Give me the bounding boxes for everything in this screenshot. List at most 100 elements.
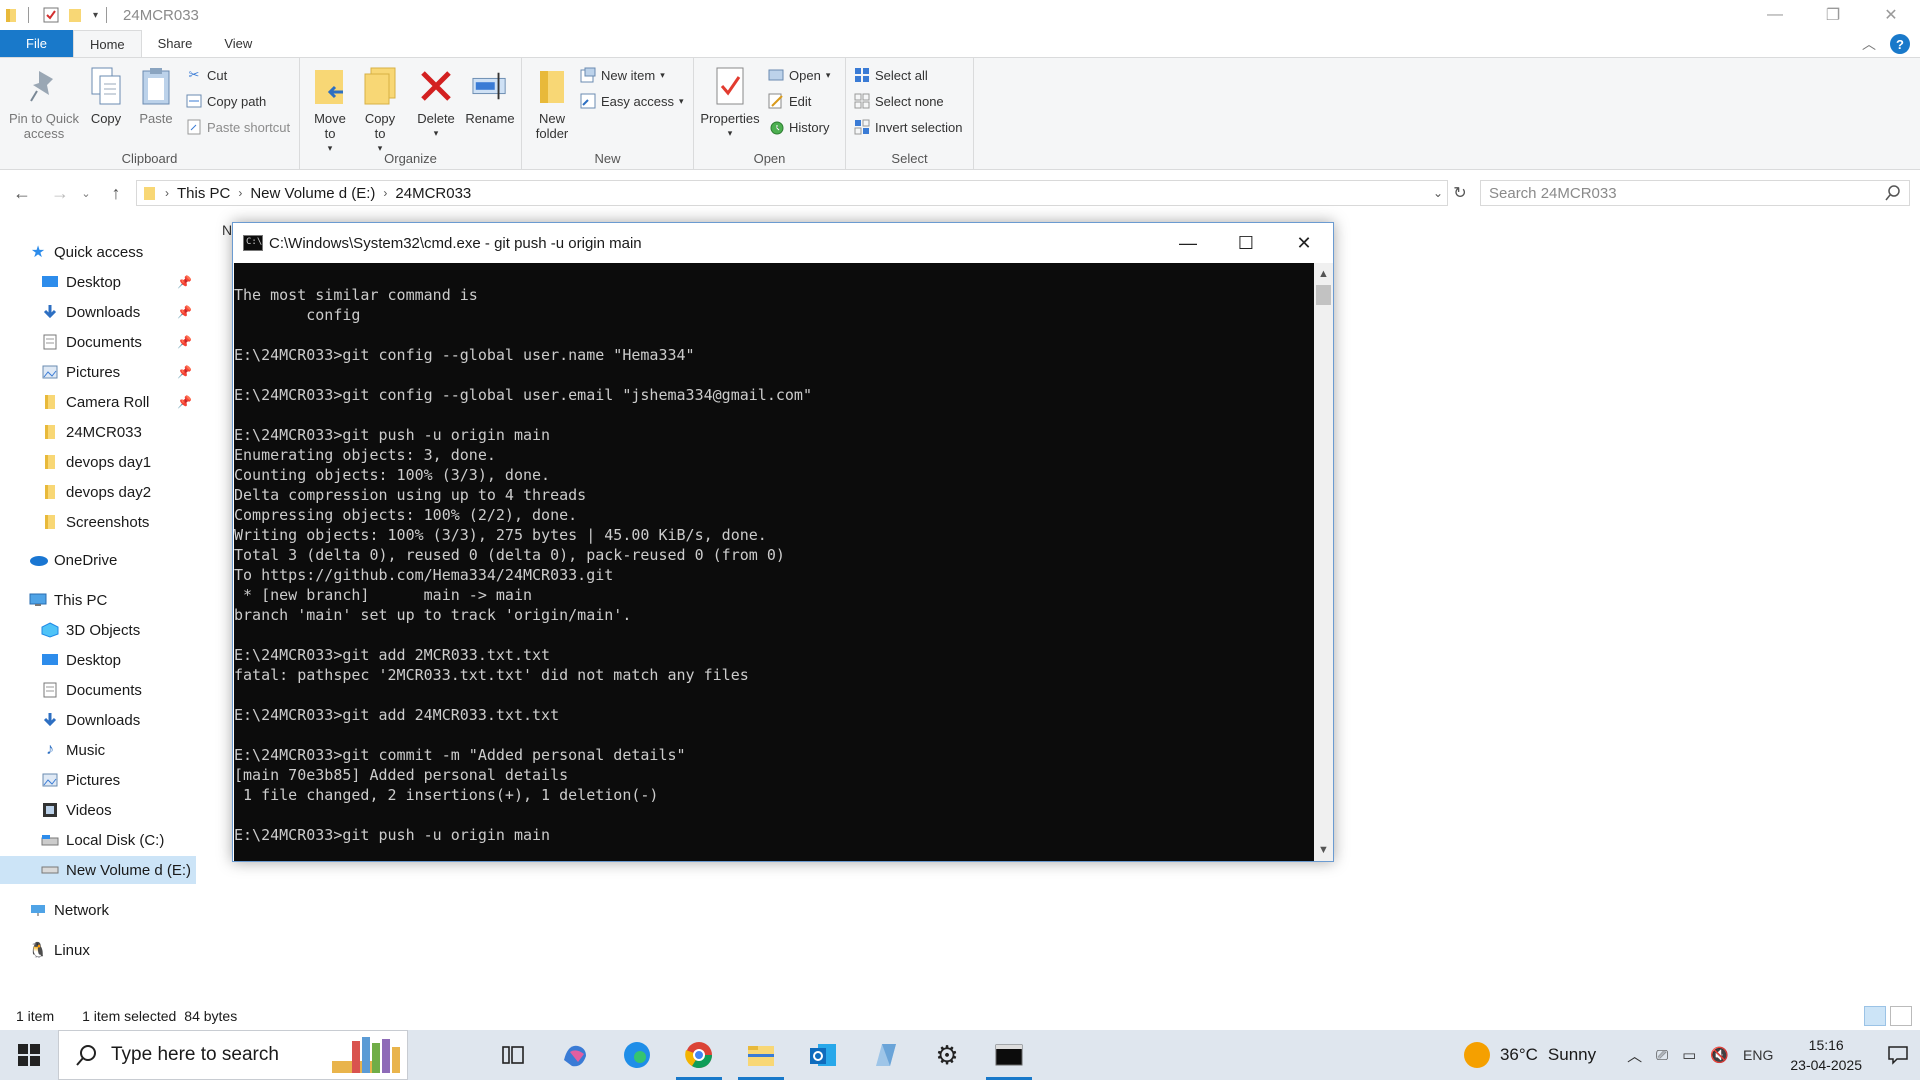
nav-pc-item[interactable]: Videos <box>0 796 196 824</box>
back-button[interactable]: ← <box>10 181 34 205</box>
nav-pc-item[interactable]: Desktop <box>0 646 196 674</box>
search-input[interactable]: Search 24MCR033 <box>1489 185 1617 202</box>
address-bar[interactable]: › This PC › New Volume d (E:) › 24MCR033… <box>136 180 1448 206</box>
show-hidden-icons-chevron-icon[interactable]: ︿ <box>1627 1045 1642 1066</box>
breadcrumb-24mcr033[interactable]: 24MCR033 <box>395 185 471 202</box>
taskbar-copilot[interactable] <box>544 1030 606 1080</box>
new-folder-quick-icon[interactable] <box>69 7 83 23</box>
nav-pc-item[interactable]: 3D Objects <box>0 616 196 644</box>
easy-access-button[interactable]: Easy access ▾ <box>580 93 684 109</box>
rename-button[interactable]: Rename <box>464 64 516 126</box>
clock[interactable]: 15:16 23-04-2025 <box>1790 1035 1862 1075</box>
tab-home[interactable]: Home <box>72 30 142 57</box>
customize-quick-access-icon[interactable]: ▾ <box>93 10 98 21</box>
volume-muted-icon[interactable]: 🔇 <box>1710 1046 1729 1064</box>
meet-now-icon[interactable]: ⎚ <box>1656 1047 1668 1064</box>
cut-button[interactable]: ✂ Cut <box>186 67 228 83</box>
history-button[interactable]: History <box>768 119 829 135</box>
taskbar-app[interactable] <box>854 1030 916 1080</box>
taskbar-chrome[interactable] <box>668 1030 730 1080</box>
start-button[interactable] <box>0 1030 58 1080</box>
taskbar-cmd[interactable] <box>978 1030 1040 1080</box>
select-all-button[interactable]: Select all <box>854 67 928 83</box>
nav-quick-item[interactable]: 24MCR033 <box>40 418 196 446</box>
taskbar-file-explorer[interactable] <box>730 1030 792 1080</box>
invert-selection-button[interactable]: Invert selection <box>854 119 962 135</box>
cmd-titlebar[interactable]: C:\ C:\Windows\System32\cmd.exe - git pu… <box>233 223 1333 263</box>
cmd-minimize-button[interactable]: — <box>1159 223 1217 263</box>
scroll-down-arrow-icon[interactable]: ▼ <box>1314 841 1333 859</box>
cmd-scrollbar[interactable]: ▲ ▼ <box>1314 263 1333 861</box>
tab-view[interactable]: View <box>208 30 268 57</box>
copy-button[interactable]: Copy <box>84 64 128 126</box>
taskbar-settings[interactable]: ⚙ <box>916 1030 978 1080</box>
paste-shortcut-button[interactable]: Paste shortcut <box>186 119 290 135</box>
open-button[interactable]: Open ▾ <box>768 67 830 83</box>
pin-to-quick-access-button[interactable]: Pin to Quick access <box>6 64 82 141</box>
nav-quick-item[interactable]: devops day2 <box>40 478 196 506</box>
nav-pc-item[interactable]: Pictures <box>0 766 196 794</box>
up-button[interactable]: ↑ <box>104 181 128 205</box>
nav-onedrive[interactable]: OneDrive <box>28 546 224 574</box>
tab-share[interactable]: Share <box>142 30 209 57</box>
nav-quick-access[interactable]: ★ Quick access <box>28 238 224 266</box>
collapse-ribbon-icon[interactable]: ︿ <box>1862 34 1876 54</box>
notification-center-button[interactable] <box>1876 1045 1920 1065</box>
console-output[interactable]: The most similar command is config E:\24M… <box>234 263 1314 861</box>
task-view-button[interactable] <box>482 1030 544 1080</box>
pictures-icon <box>40 771 60 789</box>
nav-linux[interactable]: 🐧 Linux <box>28 936 224 964</box>
close-button[interactable]: ✕ <box>1862 0 1920 30</box>
copy-to-button[interactable]: Copy to ▾ <box>358 64 402 156</box>
large-icons-view-button[interactable] <box>1890 1006 1912 1026</box>
nav-pc-item[interactable]: Local Disk (C:) <box>0 826 196 854</box>
new-folder-button[interactable]: New folder <box>528 64 576 141</box>
taskbar-edge[interactable] <box>606 1030 668 1080</box>
edit-button[interactable]: Edit <box>768 93 811 109</box>
tab-file[interactable]: File <box>0 30 73 57</box>
scroll-up-arrow-icon[interactable]: ▲ <box>1314 265 1333 283</box>
forward-button[interactable]: → <box>48 181 72 205</box>
weather-widget[interactable]: 36°C Sunny <box>1463 1042 1596 1068</box>
cmd-close-button[interactable]: ✕ <box>1275 223 1333 263</box>
nav-quick-item[interactable]: Camera Roll 📌 <box>40 388 196 416</box>
nav-quick-item[interactable]: Screenshots <box>40 508 196 536</box>
search-box[interactable]: Search 24MCR033 <box>1480 180 1910 206</box>
help-button[interactable]: ? <box>1890 34 1910 54</box>
taskbar-outlook[interactable] <box>792 1030 854 1080</box>
details-view-button[interactable] <box>1864 1006 1886 1026</box>
select-none-button[interactable]: Select none <box>854 93 944 109</box>
cmd-maximize-button[interactable]: ☐ <box>1217 223 1275 263</box>
restore-button[interactable]: ❐ <box>1804 0 1862 30</box>
nav-pc-item[interactable]: Downloads <box>0 706 196 734</box>
delete-button[interactable]: Delete ▾ <box>414 64 458 141</box>
nav-this-pc[interactable]: This PC <box>28 586 224 614</box>
properties-quick-icon[interactable] <box>43 7 59 23</box>
breadcrumb-new-volume[interactable]: New Volume d (E:) <box>250 185 375 202</box>
paste-button[interactable]: Paste <box>134 64 178 126</box>
nav-pc-item[interactable]: New Volume d (E:) <box>0 856 196 884</box>
new-item-button[interactable]: New item ▾ <box>580 67 665 83</box>
minimize-button[interactable]: — <box>1746 0 1804 30</box>
scroll-thumb[interactable] <box>1316 285 1331 305</box>
move-to-button[interactable]: Move to ▾ <box>308 64 352 156</box>
refresh-button[interactable]: ↻ <box>1448 181 1472 205</box>
language-indicator[interactable]: ENG <box>1743 1047 1773 1063</box>
taskbar-search-box[interactable]: Type here to search <box>58 1030 408 1080</box>
recent-locations-button[interactable]: ⌄ <box>74 181 98 205</box>
nav-quick-item[interactable]: Documents 📌 <box>40 328 196 356</box>
address-dropdown-icon[interactable]: ⌄ <box>1433 186 1443 200</box>
copy-path-button[interactable]: Copy path <box>186 93 266 109</box>
nav-network[interactable]: Network <box>28 896 224 924</box>
nav-quick-item[interactable]: devops day1 <box>40 448 196 476</box>
nav-quick-item[interactable]: Pictures 📌 <box>40 358 196 386</box>
taskbar-search-input[interactable]: Type here to search <box>111 1044 279 1066</box>
properties-button[interactable]: Properties ▾ <box>698 64 762 141</box>
nav-pc-item[interactable]: Documents <box>0 676 196 704</box>
nav-pc-item[interactable]: ♪ Music <box>0 736 196 764</box>
breadcrumb-this-pc[interactable]: This PC <box>177 185 230 202</box>
nav-quick-item[interactable]: Desktop 📌 <box>40 268 196 296</box>
nav-quick-item[interactable]: Downloads 📌 <box>40 298 196 326</box>
battery-icon[interactable]: ▭ <box>1682 1046 1696 1064</box>
cmd-app-icon[interactable]: C:\ <box>243 235 263 251</box>
